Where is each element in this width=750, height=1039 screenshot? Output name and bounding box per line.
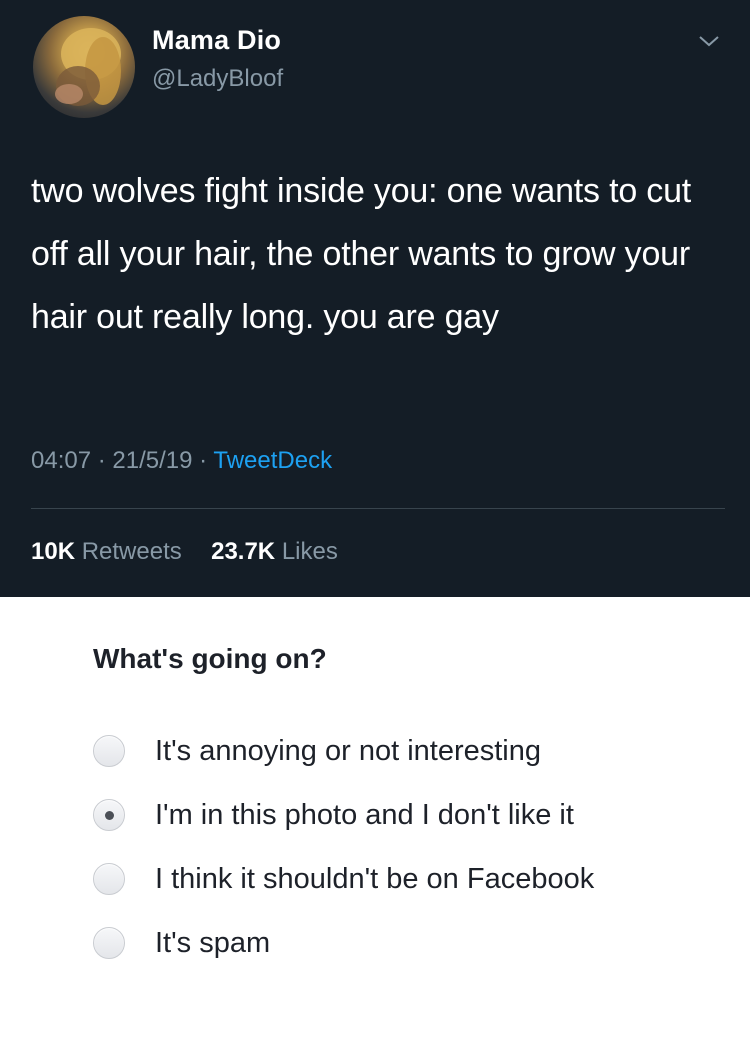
retweets-count: 10K bbox=[31, 538, 76, 565]
tweet-time: 04:07 bbox=[31, 447, 92, 474]
report-dialog: What's going on? It's annoying or not in… bbox=[0, 597, 750, 1039]
avatar-image bbox=[55, 28, 121, 106]
report-option-annoying[interactable]: It's annoying or not interesting bbox=[93, 731, 733, 771]
report-option-spam[interactable]: It's spam bbox=[93, 923, 733, 963]
chevron-down-icon[interactable] bbox=[697, 33, 721, 49]
divider bbox=[31, 508, 725, 509]
radio-button[interactable] bbox=[93, 735, 125, 767]
display-name[interactable]: Mama Dio bbox=[152, 25, 281, 56]
option-label[interactable]: I think it shouldn't be on Facebook bbox=[155, 859, 594, 899]
separator: · bbox=[199, 447, 208, 474]
tweet-date: 21/5/19 bbox=[112, 447, 193, 474]
report-option-not-on-facebook[interactable]: I think it shouldn't be on Facebook bbox=[93, 859, 733, 899]
tweet-meta: 04:07 · 21/5/19 · TweetDeck bbox=[31, 447, 332, 475]
report-option-in-photo[interactable]: I'm in this photo and I don't like it bbox=[93, 795, 733, 835]
option-label[interactable]: It's annoying or not interesting bbox=[155, 731, 541, 771]
retweets-label: Retweets bbox=[81, 538, 182, 565]
avatar[interactable] bbox=[33, 16, 135, 118]
tweet-text: two wolves fight inside you: one wants t… bbox=[31, 172, 692, 336]
user-handle[interactable]: @LadyBloof bbox=[152, 65, 283, 93]
radio-button-selected[interactable] bbox=[93, 799, 125, 831]
report-title: What's going on? bbox=[93, 643, 327, 674]
retweets-stat[interactable]: 10K Retweets bbox=[31, 538, 188, 565]
option-label[interactable]: It's spam bbox=[155, 923, 270, 963]
tweet-source-link[interactable]: TweetDeck bbox=[213, 447, 332, 474]
separator: · bbox=[97, 447, 106, 474]
tweet-card: Mama Dio @LadyBloof two wolves fight ins… bbox=[0, 0, 750, 597]
option-label[interactable]: I'm in this photo and I don't like it bbox=[155, 795, 574, 835]
likes-stat[interactable]: 23.7K Likes bbox=[211, 538, 338, 565]
tweet-stats: 10K Retweets 23.7K Likes bbox=[31, 538, 338, 566]
likes-label: Likes bbox=[281, 538, 338, 565]
radio-button[interactable] bbox=[93, 863, 125, 895]
likes-count: 23.7K bbox=[211, 538, 276, 565]
radio-button[interactable] bbox=[93, 927, 125, 959]
